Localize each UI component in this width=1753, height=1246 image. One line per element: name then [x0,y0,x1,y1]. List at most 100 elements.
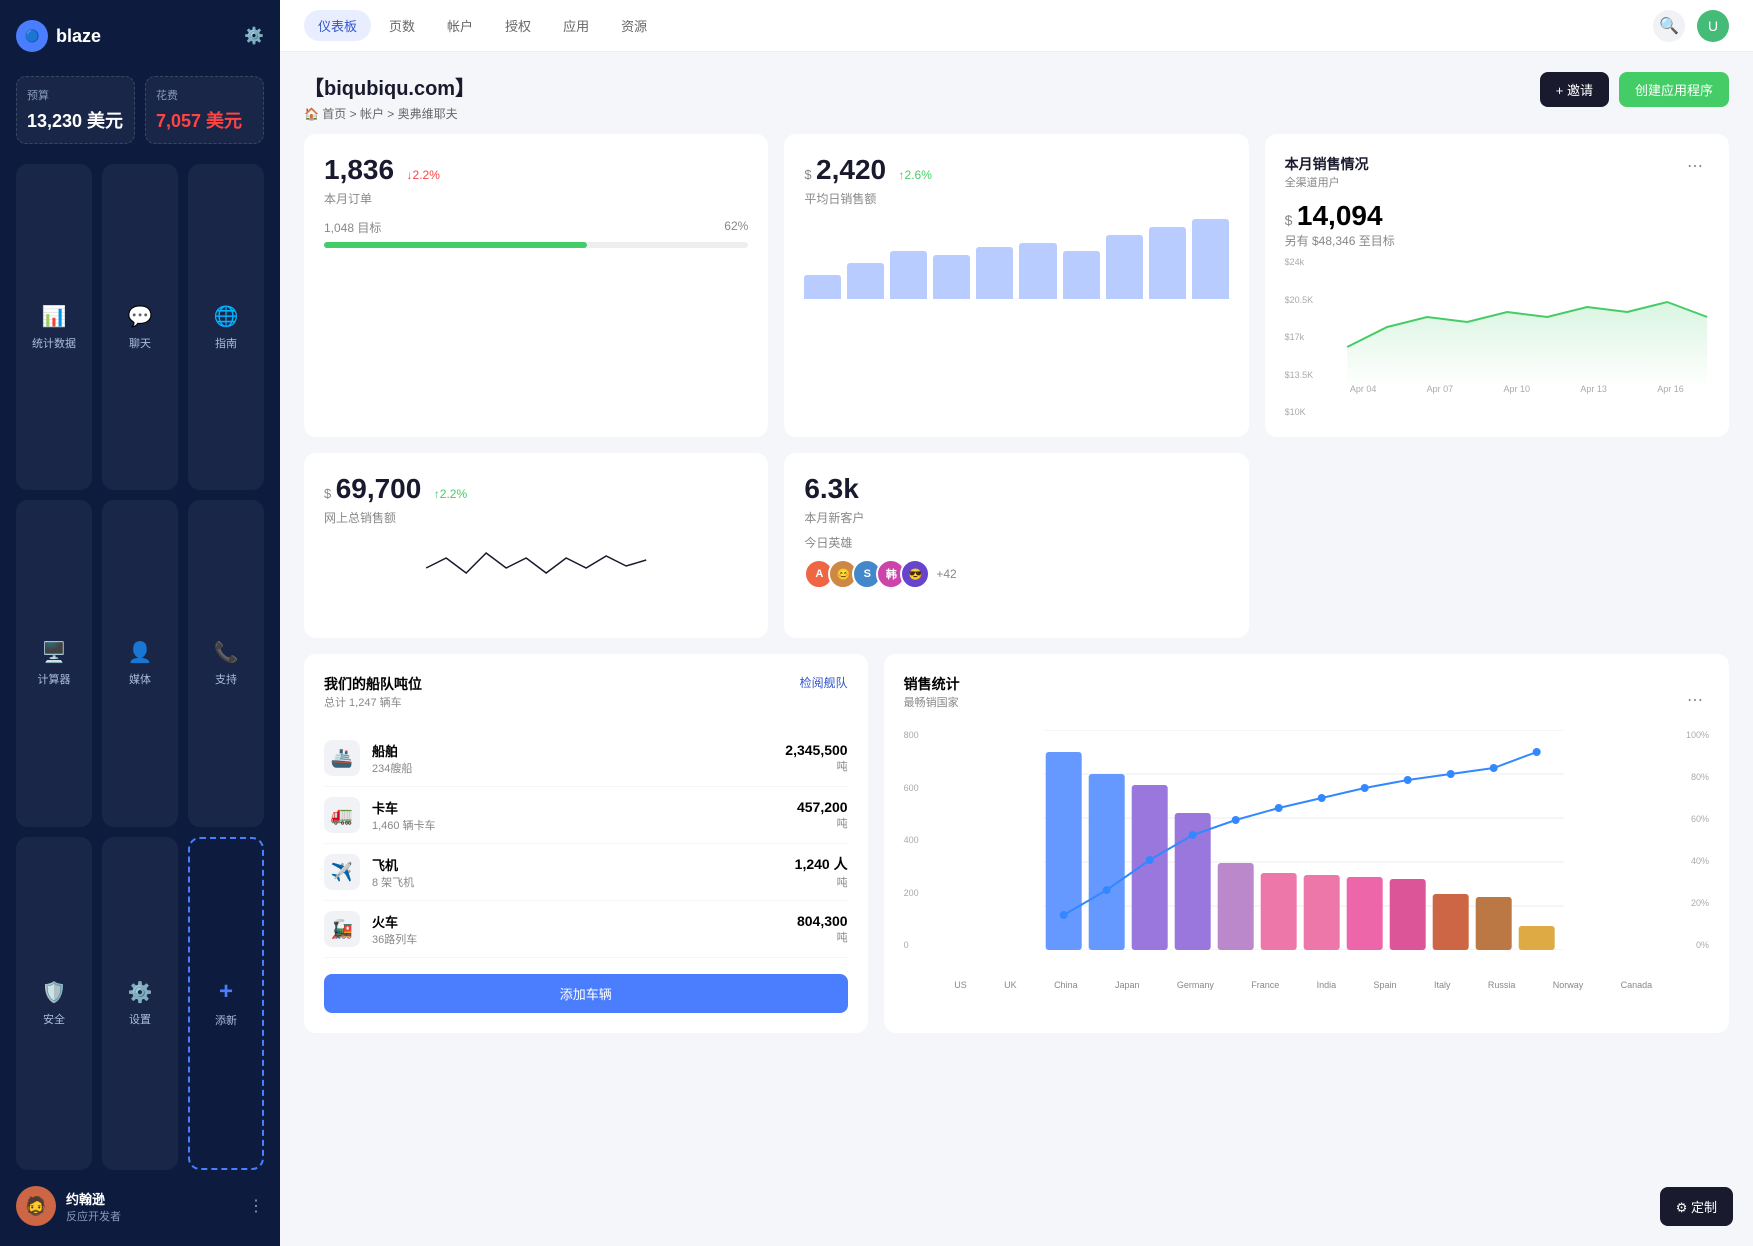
tab-dashboard[interactable]: 仪表板 [304,10,371,41]
sidebar-item-media[interactable]: 👤 媒体 [102,500,178,826]
tab-pages[interactable]: 页数 [375,10,429,41]
sidebar-item-chat[interactable]: 💬 聊天 [102,164,178,490]
truck-icon: 🚛 [324,797,360,833]
sidebar-item-settings[interactable]: ⚙️ 设置 [102,837,178,1170]
train-icon: 🚂 [324,911,360,947]
fleet-item-plane: ✈️ 飞机 8 架飞机 1,240 人 吨 [324,844,848,901]
x-China: China [1054,980,1078,990]
monthly-sales-title: 本月销售情况 [1285,154,1369,174]
x-label-3: Apr 10 [1504,384,1531,394]
sidebar-item-add[interactable]: + 添新 [188,837,264,1170]
x-Norway: Norway [1553,980,1584,990]
media-icon: 👤 [128,640,153,665]
fleet-value-train: 804,300 吨 [797,913,848,945]
wavy-chart [324,538,748,598]
tab-accounts[interactable]: 帐户 [433,10,487,41]
bar-5 [976,247,1013,299]
monthly-sales-value-wrap: $ 14,094 [1285,200,1709,232]
y-axis: $24k $20.5K $17k $13.5K $10K [1285,257,1314,417]
y-40pct: 40% [1674,856,1709,866]
tab-apps[interactable]: 应用 [549,10,603,41]
home-crumb[interactable]: 🏠 [304,107,319,121]
orders-label: 本月订单 [324,190,748,207]
fleet-card: 我们的船队吨位 总计 1,247 辆车 检阅舰队 🚢 船舶 234艘船 2,34… [304,654,868,1033]
hero-avatar-5: 😎 [900,559,930,589]
avg-sales-chart [804,219,1228,299]
user-avatar: 🧔 [16,1186,56,1226]
x-label-5: Apr 16 [1657,384,1684,394]
total-sales-label: 网上总销售额 [324,509,748,526]
topnav-user-avatar[interactable]: U [1697,10,1729,42]
fleet-info-truck: 卡车 1,460 辆卡车 [372,798,785,833]
stats-row-2-spacer [1265,453,1729,638]
ss-sub: 最畅销国家 [904,694,960,710]
fleet-unit-train: 吨 [797,929,848,945]
sidebar-item-support[interactable]: 📞 支持 [188,500,264,826]
bar-7 [1063,251,1100,299]
invite-button[interactable]: + 邀请 [1540,72,1609,107]
fleet-item-truck: 🚛 卡车 1,460 辆卡车 457,200 吨 [324,787,848,844]
monthly-sales-header: 本月销售情况 全渠道用户 ⋯ [1285,154,1709,190]
search-button[interactable]: 🔍 [1653,10,1685,42]
x-Spain: Spain [1374,980,1397,990]
ship-icon: 🚢 [324,740,360,776]
sidebar-footer: 🧔 约翰逊 反应开发者 ⋮ [16,1170,264,1226]
sidebar-item-guide[interactable]: 🌐 指南 [188,164,264,490]
fleet-value-truck: 457,200 吨 [797,799,848,831]
fleet-unit-ship: 吨 [785,758,847,774]
chat-icon: 💬 [128,304,153,329]
user-more-icon[interactable]: ⋮ [248,1196,264,1216]
fleet-header: 我们的船队吨位 总计 1,247 辆车 检阅舰队 [324,674,848,726]
expense-card: 花费 7,057 美元 [145,76,264,144]
orders-value: 1,836 [324,154,394,185]
sidebar-item-calc[interactable]: 🖥️ 计算器 [16,500,92,826]
page-header-left: 【biqubiqu.com】 🏠 首页 > 帐户 > 奥弗维耶夫 [304,72,475,122]
budget-card: 预算 13,230 美元 [16,76,135,144]
heroes-count: +42 [936,567,956,581]
tab-auth[interactable]: 授权 [491,10,545,41]
fleet-name-truck: 卡车 [372,798,785,817]
y-label-4: $13.5K [1285,370,1314,380]
stats-row-2: $ 69,700 ↑2.2% 网上总销售额 6.3k 本月新客户 [304,453,1729,638]
fleet-tons-truck: 457,200 [797,799,848,815]
y-0pct: 0% [1674,940,1709,950]
sidebar-item-stats[interactable]: 📊 统计数据 [16,164,92,490]
fleet-tons-train: 804,300 [797,913,848,929]
media-label: 媒体 [129,671,151,687]
add-vehicle-button[interactable]: 添加车辆 [324,974,848,1013]
y-400: 400 [904,835,934,845]
bar-1 [804,275,841,299]
support-label: 支持 [215,671,237,687]
x-US: US [954,980,967,990]
x-France: France [1251,980,1279,990]
security-label: 安全 [43,1011,65,1027]
monthly-line-chart [1325,257,1749,387]
plane-icon: ✈️ [324,854,360,890]
sidebar-item-security[interactable]: 🛡️ 安全 [16,837,92,1170]
target-pct: 62% [724,219,748,236]
header-actions: + 邀请 创建应用程序 [1540,72,1729,107]
tab-resources[interactable]: 资源 [607,10,661,41]
bar-6 [1019,243,1056,299]
bar-3 [890,251,927,299]
y-label-1: $24k [1285,257,1314,267]
monthly-currency: $ [1285,212,1293,228]
topnav-tabs: 仪表板 页数 帐户 授权 应用 资源 [304,10,661,41]
heroes-label: 今日英雄 [804,534,1228,551]
add-icon: + [219,978,233,1006]
avg-sales-header: $ 2,420 ↑2.6% [804,154,1228,186]
monthly-sales-sub-text: 另有 $48,346 至目标 [1285,232,1709,249]
x-UK: UK [1004,980,1017,990]
ss-title: 销售统计 [904,674,960,694]
y-60pct: 60% [1674,814,1709,824]
breadcrumb: 🏠 首页 > 帐户 > 奥弗维耶夫 [304,105,475,122]
monthly-sales-more[interactable]: ⋯ [1681,154,1709,178]
fleet-link[interactable]: 检阅舰队 [800,674,848,691]
create-app-button[interactable]: 创建应用程序 [1619,72,1729,107]
customize-button[interactable]: ⚙ 定制 [1660,1187,1733,1226]
x-Germany: Germany [1177,980,1214,990]
sidebar-settings-icon[interactable]: ⚙️ [244,26,264,46]
total-currency: $ [324,486,331,501]
ss-more-button[interactable]: ⋯ [1681,674,1709,726]
monthly-sales-title-wrap: 本月销售情况 全渠道用户 [1285,154,1369,190]
